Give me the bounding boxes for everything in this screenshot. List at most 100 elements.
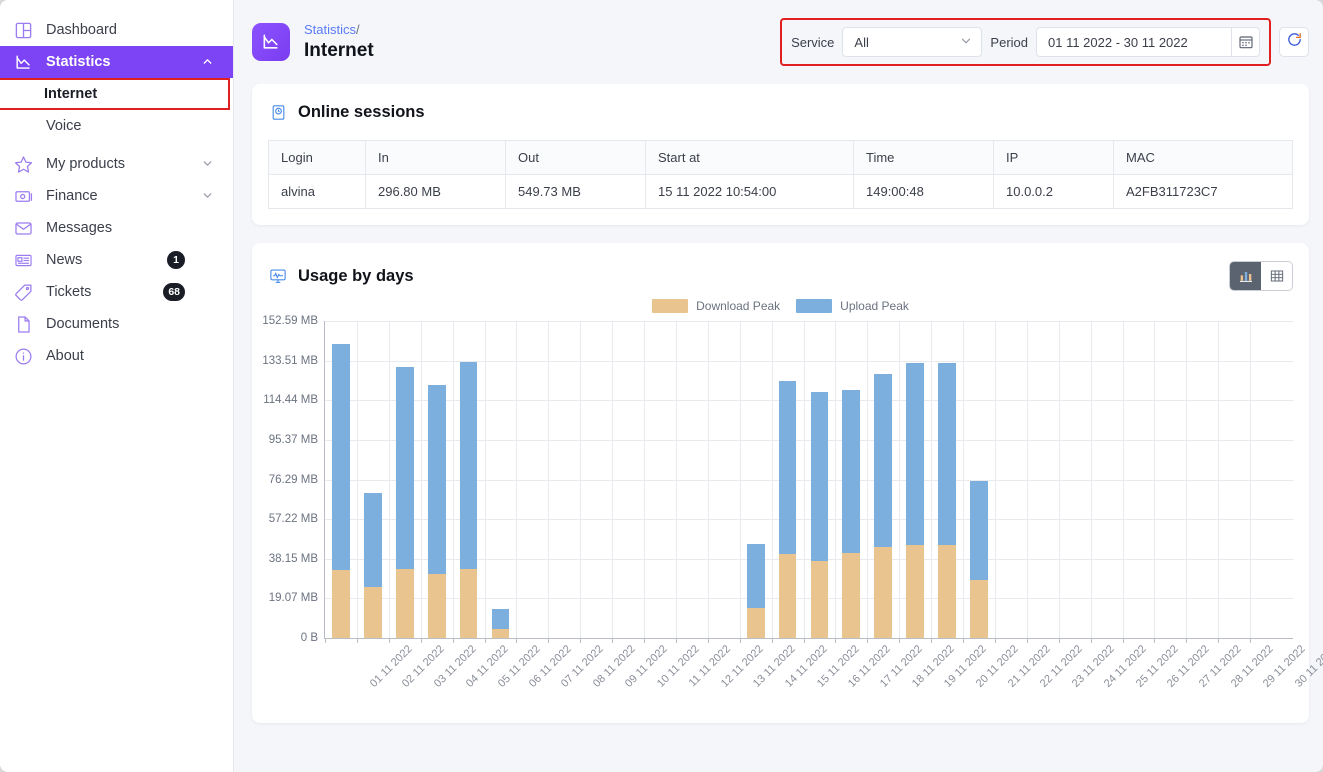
ticket-icon bbox=[10, 280, 36, 304]
gridline-vertical bbox=[388, 321, 390, 638]
gridline-vertical bbox=[899, 321, 901, 638]
period-label: Period bbox=[990, 34, 1028, 50]
chevron-down-icon[interactable] bbox=[201, 189, 215, 203]
chart-view-button[interactable] bbox=[1230, 262, 1261, 290]
chart-bar[interactable] bbox=[810, 392, 829, 638]
bar-segment-download bbox=[874, 546, 893, 638]
column-header-in[interactable]: In bbox=[365, 140, 506, 175]
chart-bar[interactable] bbox=[459, 362, 478, 638]
chevron-up-icon[interactable] bbox=[201, 55, 215, 69]
money-icon bbox=[10, 184, 36, 208]
info-icon bbox=[10, 344, 36, 368]
sidebar-item-news[interactable]: News 1 bbox=[0, 244, 233, 276]
refresh-button[interactable] bbox=[1279, 27, 1309, 57]
sidebar-item-label: Dashboard bbox=[46, 22, 117, 38]
table-view-button[interactable] bbox=[1261, 262, 1292, 290]
sidebar-item-tickets[interactable]: Tickets 68 bbox=[0, 276, 233, 308]
gridline-vertical bbox=[963, 321, 964, 638]
service-select[interactable]: All bbox=[842, 27, 983, 57]
sidebar-item-label: Documents bbox=[46, 316, 120, 332]
chart-bar[interactable] bbox=[778, 381, 797, 638]
chart-line-icon bbox=[252, 23, 290, 61]
sidebar-item-about[interactable]: About bbox=[0, 340, 233, 372]
period-input[interactable]: 01 11 2022 - 30 11 2022 bbox=[1036, 27, 1260, 57]
chart-bar[interactable] bbox=[906, 363, 925, 638]
chart-bar[interactable] bbox=[395, 367, 414, 638]
sidebar-item-label: My products bbox=[46, 156, 125, 172]
bar-segment-download bbox=[491, 629, 510, 638]
legend-item-download-peak[interactable]: Download Peak bbox=[652, 299, 780, 313]
table-row[interactable]: alvina 296.80 MB 549.73 MB 15 11 2022 10… bbox=[268, 174, 1293, 209]
y-axis-tick-label: 38.15 MB bbox=[268, 552, 318, 565]
bar-segment-upload bbox=[842, 390, 861, 553]
gridline-vertical bbox=[835, 321, 837, 638]
breadcrumb-link-statistics[interactable]: Statistics bbox=[304, 22, 356, 37]
gridline-vertical bbox=[612, 321, 614, 638]
chart-bar[interactable] bbox=[332, 343, 350, 638]
tickets-badge: 68 bbox=[163, 283, 185, 301]
gridline-vertical bbox=[356, 321, 358, 638]
cell-login: alvina bbox=[268, 174, 366, 209]
usage-by-days-header: Usage by days bbox=[268, 261, 1293, 291]
gridline-vertical bbox=[1122, 321, 1124, 638]
sidebar-item-dashboard[interactable]: Dashboard bbox=[0, 14, 233, 46]
legend-item-upload-peak[interactable]: Upload Peak bbox=[796, 299, 909, 313]
sidebar-item-statistics[interactable]: Statistics bbox=[0, 46, 233, 78]
calendar-icon[interactable] bbox=[1231, 28, 1259, 56]
chart-bar[interactable] bbox=[842, 390, 861, 638]
sidebar-item-my-products[interactable]: My products bbox=[0, 148, 233, 180]
gridline-vertical bbox=[1058, 321, 1060, 638]
y-axis-tick-label: 19.07 MB bbox=[268, 592, 318, 605]
breadcrumb: Statistics/ bbox=[304, 21, 374, 39]
chart-bar[interactable] bbox=[363, 492, 382, 638]
gridline-vertical bbox=[580, 321, 582, 638]
plot-area bbox=[324, 321, 1293, 643]
y-axis-tick-label: 152.59 MB bbox=[262, 315, 318, 327]
column-header-start-at[interactable]: Start at bbox=[645, 140, 854, 175]
column-header-mac[interactable]: MAC bbox=[1113, 140, 1293, 175]
bar-segment-download bbox=[332, 569, 350, 638]
sidebar-item-finance[interactable]: Finance bbox=[0, 180, 233, 212]
legend-swatch-download bbox=[652, 299, 689, 313]
bar-segment-upload bbox=[459, 362, 478, 569]
refresh-icon bbox=[1286, 31, 1303, 53]
sidebar-item-label: News bbox=[46, 252, 83, 268]
cell-out: 549.73 MB bbox=[505, 174, 646, 209]
content: Online sessions Login In Out Start at Ti… bbox=[234, 84, 1323, 772]
breadcrumb-separator: / bbox=[356, 22, 360, 37]
sidebar-subitem-label: Voice bbox=[46, 118, 82, 134]
chevron-down-icon[interactable] bbox=[201, 157, 215, 171]
service-select-value: All bbox=[854, 34, 869, 50]
online-sessions-table: Login In Out Start at Time IP MAC alvina bbox=[268, 140, 1293, 209]
chart-bar[interactable] bbox=[427, 385, 446, 638]
gridline-vertical bbox=[994, 321, 996, 638]
sidebar-item-messages[interactable]: Messages bbox=[0, 212, 233, 244]
column-header-login[interactable]: Login bbox=[268, 140, 366, 175]
online-session-icon bbox=[268, 102, 288, 122]
chart-bar[interactable] bbox=[874, 374, 893, 638]
column-header-time[interactable]: Time bbox=[853, 140, 994, 175]
sidebar-subitem-voice[interactable]: Voice bbox=[0, 110, 233, 142]
bar-segment-upload bbox=[810, 392, 829, 561]
document-icon bbox=[10, 312, 36, 336]
chart-bar[interactable] bbox=[746, 543, 765, 638]
chart-bar[interactable] bbox=[938, 363, 956, 638]
legend-label: Download Peak bbox=[696, 299, 781, 313]
bar-segment-upload bbox=[332, 343, 350, 570]
bar-segment-download bbox=[970, 579, 988, 638]
bar-segment-download bbox=[427, 573, 446, 638]
service-label: Service bbox=[791, 34, 835, 50]
gridline-vertical bbox=[420, 321, 422, 638]
column-header-ip[interactable]: IP bbox=[993, 140, 1114, 175]
bar-segment-upload bbox=[874, 374, 893, 547]
chart-bar[interactable] bbox=[491, 608, 510, 638]
bar-segment-upload bbox=[746, 543, 765, 608]
sidebar-subitem-internet[interactable]: Internet bbox=[0, 78, 230, 110]
y-axis-tick-label: 0 B bbox=[300, 632, 318, 644]
column-header-out[interactable]: Out bbox=[505, 140, 646, 175]
sidebar-item-label: Tickets bbox=[46, 284, 92, 300]
sidebar-item-documents[interactable]: Documents bbox=[0, 308, 233, 340]
x-axis: 01 11 2022 02 11 2022 03 11 2022 04 11 2022… bbox=[324, 639, 1323, 723]
plot-row: 0 B 19.07 MB 38.15 MB 57.22 MB 76.29 MB 95.37… bbox=[262, 315, 1293, 644]
chart-bar[interactable] bbox=[970, 480, 988, 638]
